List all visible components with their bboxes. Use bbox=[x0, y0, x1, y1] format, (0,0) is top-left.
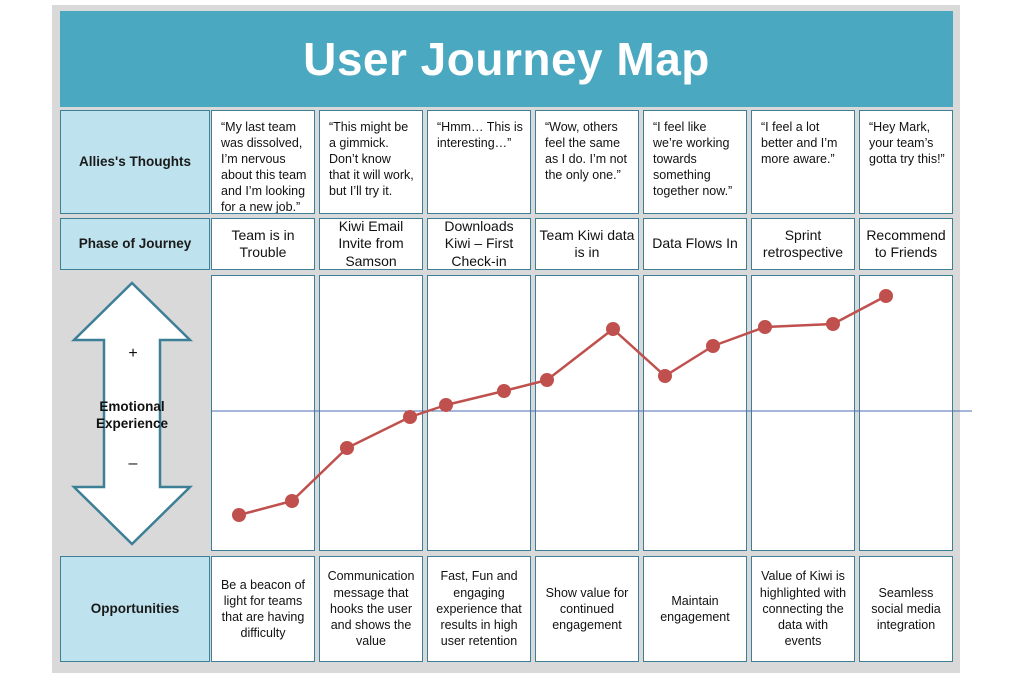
row-label-emotional: Emotional Experience bbox=[95, 399, 169, 432]
thought-cell-2: “This might be a gimmick. Don’t know tha… bbox=[319, 110, 423, 214]
thought-text-6: “I feel a lot better and I’m more aware.… bbox=[761, 120, 838, 166]
opportunity-cell-4: Show value for continued engagement bbox=[535, 556, 639, 662]
opportunity-cell-1: Be a beacon of light for teams that are … bbox=[211, 556, 315, 662]
chart-column-1 bbox=[211, 275, 315, 551]
opportunity-text-3: Fast, Fun and engaging experience that r… bbox=[436, 569, 522, 649]
opportunity-text-2: Communication message that hooks the use… bbox=[327, 569, 415, 649]
thought-cell-3: “Hmm… This is interesting…” bbox=[427, 110, 531, 214]
thought-cell-6: “I feel a lot better and I’m more aware.… bbox=[751, 110, 855, 214]
chart-column-2 bbox=[319, 275, 423, 551]
thought-text-2: “This might be a gimmick. Don’t know tha… bbox=[329, 120, 414, 198]
phase-text-1: Team is in Trouble bbox=[231, 226, 295, 261]
opportunity-text-7: Seamless social media integration bbox=[871, 585, 941, 633]
phase-cell-2: Kiwi Email Invite from Samson bbox=[319, 218, 423, 270]
phase-text-6: Sprint retrospective bbox=[762, 226, 844, 261]
phase-cell-6: Sprint retrospective bbox=[751, 218, 855, 270]
row-label-thoughts-text: Allies's Thoughts bbox=[79, 153, 191, 169]
row-label-opportunities-text: Opportunities bbox=[90, 600, 180, 616]
phase-text-2: Kiwi Email Invite from Samson bbox=[338, 218, 404, 269]
opportunity-cell-7: Seamless social media integration bbox=[859, 556, 953, 662]
emotional-minus-sign: – bbox=[128, 455, 138, 472]
thought-cell-5: “I feel like we’re working towards somet… bbox=[643, 110, 747, 214]
thought-text-3: “Hmm… This is interesting…” bbox=[437, 120, 523, 150]
phase-cell-4: Team Kiwi data is in bbox=[535, 218, 639, 270]
opportunity-cell-5: Maintain engagement bbox=[643, 556, 747, 662]
phase-text-7: Recommend to Friends bbox=[866, 226, 946, 261]
thought-text-7: “Hey Mark, your team’s gotta try this!” bbox=[869, 120, 945, 166]
thought-text-1: “My last team was dissolved, I’m nervous… bbox=[221, 120, 307, 214]
chart-column-4 bbox=[535, 275, 639, 551]
thought-text-4: “Wow, others feel the same as I do. I’m … bbox=[545, 120, 627, 182]
row-label-phase-text: Phase of Journey bbox=[78, 235, 192, 251]
title-bar: User Journey Map bbox=[60, 11, 953, 107]
opportunity-cell-6: Value of Kiwi is highlighted with connec… bbox=[751, 556, 855, 662]
page-title: User Journey Map bbox=[303, 33, 710, 85]
thought-cell-4: “Wow, others feel the same as I do. I’m … bbox=[535, 110, 639, 214]
opportunity-text-6: Value of Kiwi is highlighted with connec… bbox=[759, 569, 847, 649]
row-label-opportunities: Opportunities bbox=[60, 556, 210, 662]
chart-column-7 bbox=[859, 275, 953, 551]
row-label-thoughts: Allies's Thoughts bbox=[60, 110, 210, 214]
opportunity-cell-3: Fast, Fun and engaging experience that r… bbox=[427, 556, 531, 662]
opportunity-cell-2: Communication message that hooks the use… bbox=[319, 556, 423, 662]
phase-cell-5: Data Flows In bbox=[643, 218, 747, 270]
chart-column-5 bbox=[643, 275, 747, 551]
phase-text-4: Team Kiwi data is in bbox=[539, 226, 635, 261]
thought-cell-7: “Hey Mark, your team’s gotta try this!” bbox=[859, 110, 953, 214]
opportunity-text-5: Maintain engagement bbox=[660, 593, 730, 624]
phase-cell-7: Recommend to Friends bbox=[859, 218, 953, 270]
journey-map-canvas: User Journey Map Allies's Thoughts Phase… bbox=[0, 0, 1024, 682]
thought-text-5: “I feel like we’re working towards somet… bbox=[653, 120, 733, 198]
row-label-phase: Phase of Journey bbox=[60, 218, 210, 270]
phase-text-5: Data Flows In bbox=[652, 235, 738, 252]
chart-column-6 bbox=[751, 275, 855, 551]
emotional-plus-sign: + bbox=[128, 345, 138, 362]
phase-cell-1: Team is in Trouble bbox=[211, 218, 315, 270]
phase-cell-3: Downloads Kiwi – First Check-in bbox=[427, 218, 531, 270]
opportunity-text-4: Show value for continued engagement bbox=[545, 585, 629, 633]
thought-cell-1: “My last team was dissolved, I’m nervous… bbox=[211, 110, 315, 214]
phase-text-3: Downloads Kiwi – First Check-in bbox=[444, 218, 514, 269]
opportunity-text-1: Be a beacon of light for teams that are … bbox=[220, 577, 306, 641]
chart-column-3 bbox=[427, 275, 531, 551]
